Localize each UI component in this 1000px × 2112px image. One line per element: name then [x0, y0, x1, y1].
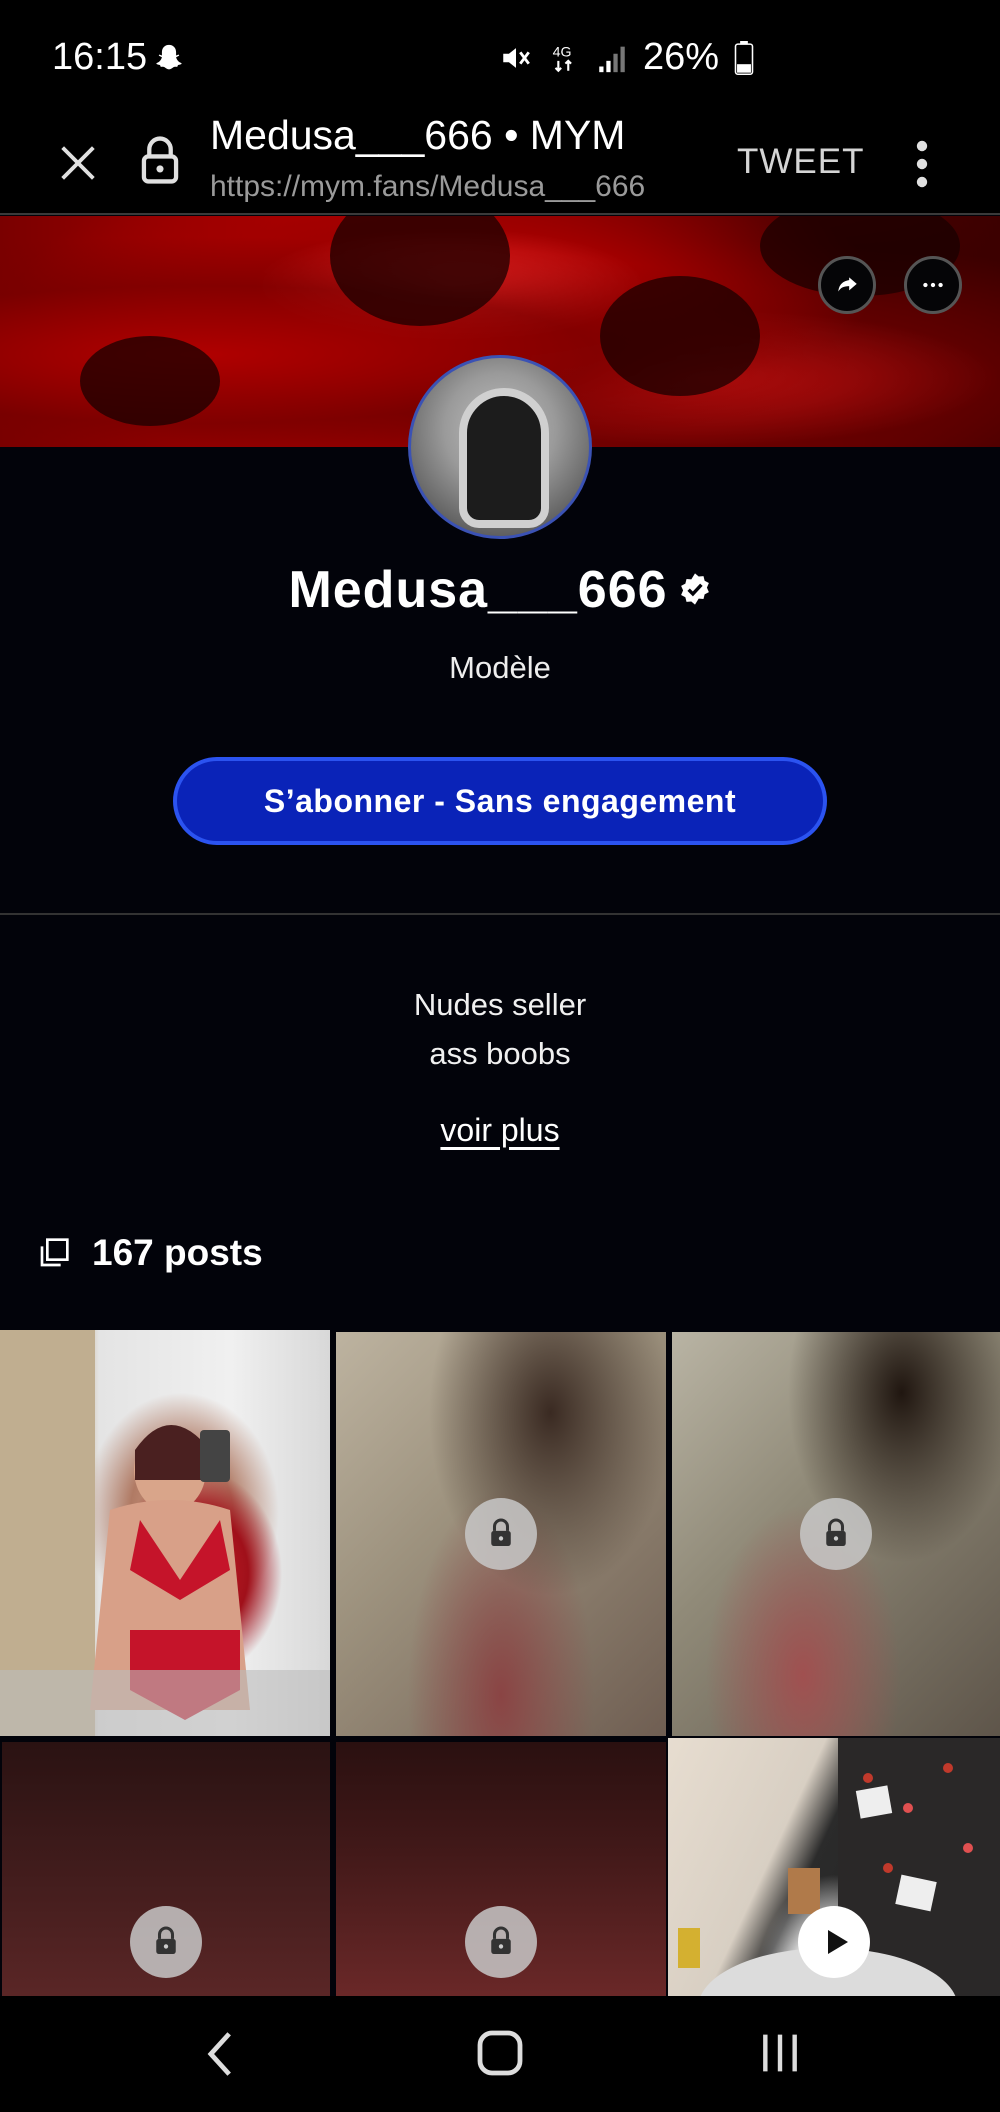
system-navigation-bar: [0, 1996, 1000, 2112]
verified-badge-icon: [680, 573, 709, 605]
status-bar: 16:15 4G 26%: [0, 0, 1000, 118]
profile-bio: Nudes seller ass boobs: [0, 980, 1000, 1078]
more-options-button[interactable]: [904, 256, 962, 314]
lock-icon: [156, 1926, 176, 1954]
post-photo: [0, 1330, 330, 1736]
lock-icon: [491, 1926, 511, 1954]
close-icon[interactable]: [55, 140, 101, 186]
profile-name: Medusa___666: [0, 560, 1000, 620]
bio-line-1: Nudes seller: [413, 987, 587, 1022]
post-tile[interactable]: [0, 1330, 330, 1736]
snapchat-icon: [156, 44, 182, 70]
post-tile[interactable]: [668, 1738, 1000, 1996]
browser-toolbar: Medusa___666 • MYM https://mym.fans/Medu…: [0, 110, 1000, 215]
see-more-link[interactable]: voir plus: [0, 1112, 1000, 1149]
status-indicators: 4G 26%: [499, 36, 755, 79]
battery-icon: [734, 40, 754, 75]
battery-percent: 26%: [642, 36, 719, 78]
lock-icon[interactable]: [138, 135, 182, 185]
share-button[interactable]: [818, 256, 876, 314]
locked-post-badge: [130, 1906, 202, 1978]
posts-stack-icon: [40, 1238, 69, 1267]
recent-apps-icon[interactable]: [758, 2030, 802, 2076]
avatar[interactable]: [408, 355, 592, 539]
more-vertical-icon[interactable]: [908, 140, 936, 188]
post-tile[interactable]: [336, 1332, 666, 1736]
lock-icon: [491, 1518, 511, 1546]
status-time: 16:15: [52, 36, 148, 78]
play-button[interactable]: [798, 1906, 870, 1978]
profile-role: Modèle: [449, 650, 551, 685]
locked-post-badge: [465, 1906, 537, 1978]
divider: [0, 913, 1000, 915]
mute-icon: [503, 47, 530, 68]
posts-count-row: 167 posts: [38, 1232, 263, 1274]
signal-icon: [599, 46, 625, 72]
bio-line-2: ass boobs: [429, 1036, 571, 1071]
back-icon[interactable]: [198, 2026, 242, 2082]
svg-text:4G: 4G: [553, 44, 572, 60]
subscribe-button[interactable]: S’abonner - Sans engagement: [173, 757, 827, 845]
lock-icon: [826, 1518, 846, 1546]
share-icon: [838, 277, 857, 292]
locked-post-badge: [465, 1498, 537, 1570]
page-url[interactable]: https://mym.fans/Medusa___666: [210, 170, 645, 204]
network-4g-icon: 4G: [553, 44, 572, 72]
post-tile[interactable]: [336, 1742, 666, 1996]
posts-count: 167 posts: [92, 1232, 263, 1273]
locked-post-badge: [800, 1498, 872, 1570]
tweet-button[interactable]: TWEET: [737, 142, 864, 182]
post-tile[interactable]: [672, 1332, 1000, 1736]
home-icon[interactable]: [476, 2028, 524, 2078]
page-title: Medusa___666 • MYM: [210, 112, 626, 158]
play-icon: [828, 1930, 848, 1954]
profile-name-text: Medusa___666: [288, 561, 668, 619]
more-horizontal-icon: [923, 282, 943, 288]
post-tile[interactable]: [2, 1742, 330, 1996]
